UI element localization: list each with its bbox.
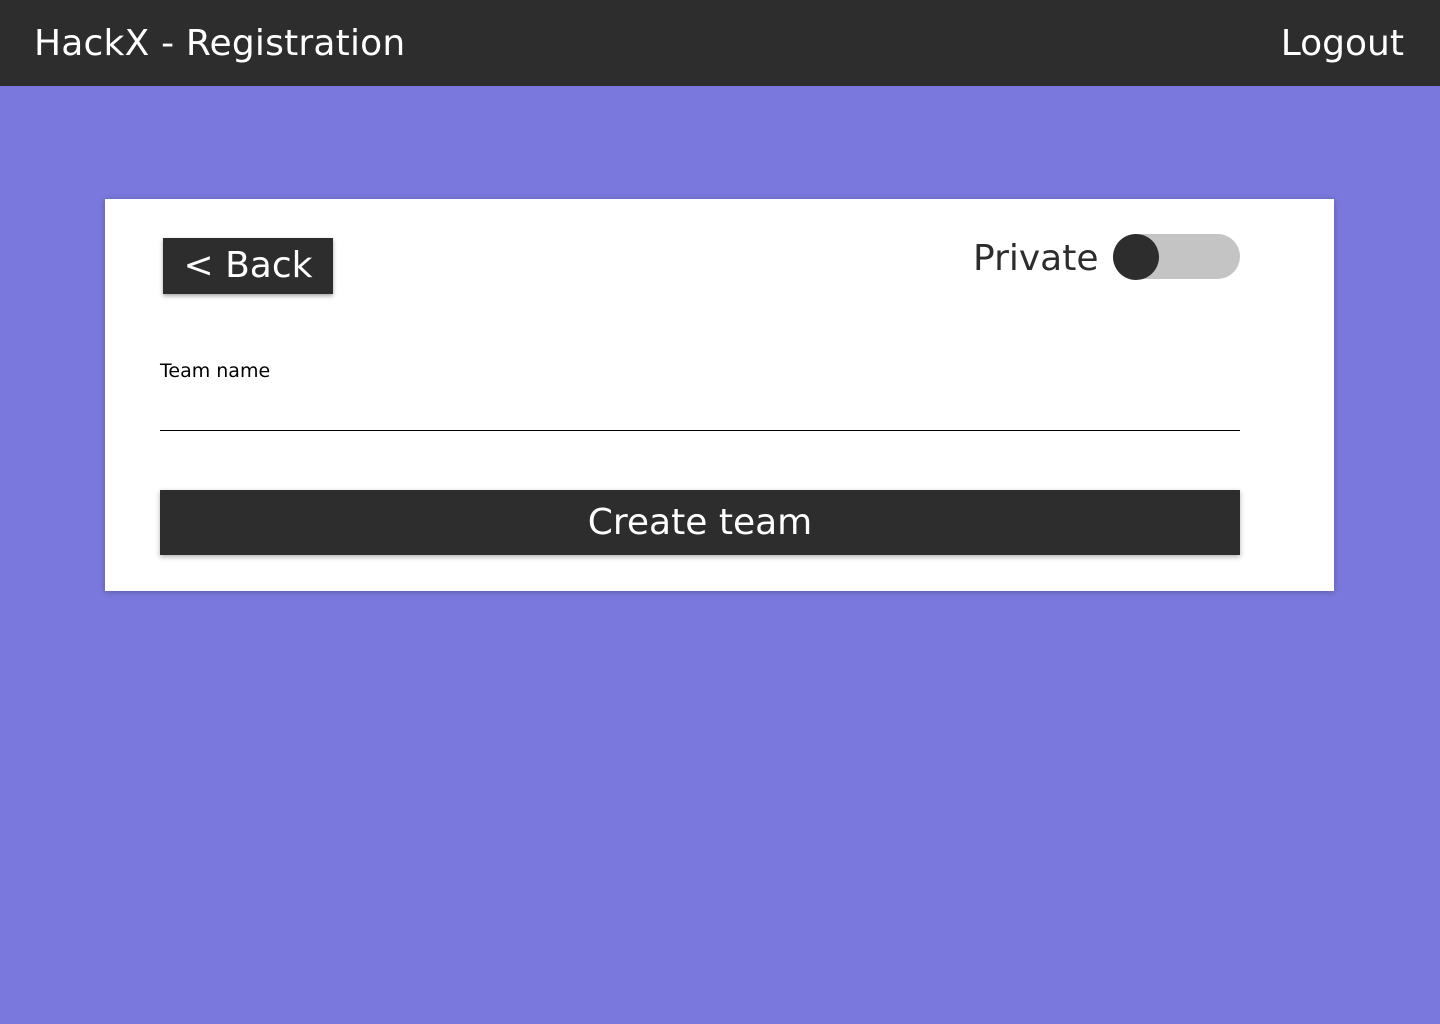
create-team-button[interactable]: Create team — [160, 490, 1240, 555]
app-title: HackX - Registration — [34, 23, 406, 64]
private-label: Private — [973, 238, 1099, 279]
create-team-card: < Back Private Team name Create team — [105, 199, 1334, 591]
private-toggle[interactable] — [1113, 234, 1240, 280]
team-name-input[interactable] — [160, 391, 1240, 431]
team-name-label: Team name — [160, 360, 271, 382]
top-nav-bar: HackX - Registration Logout — [0, 0, 1440, 86]
back-button[interactable]: < Back — [163, 238, 333, 294]
toggle-knob[interactable] — [1113, 234, 1159, 280]
logout-link[interactable]: Logout — [1281, 22, 1404, 66]
